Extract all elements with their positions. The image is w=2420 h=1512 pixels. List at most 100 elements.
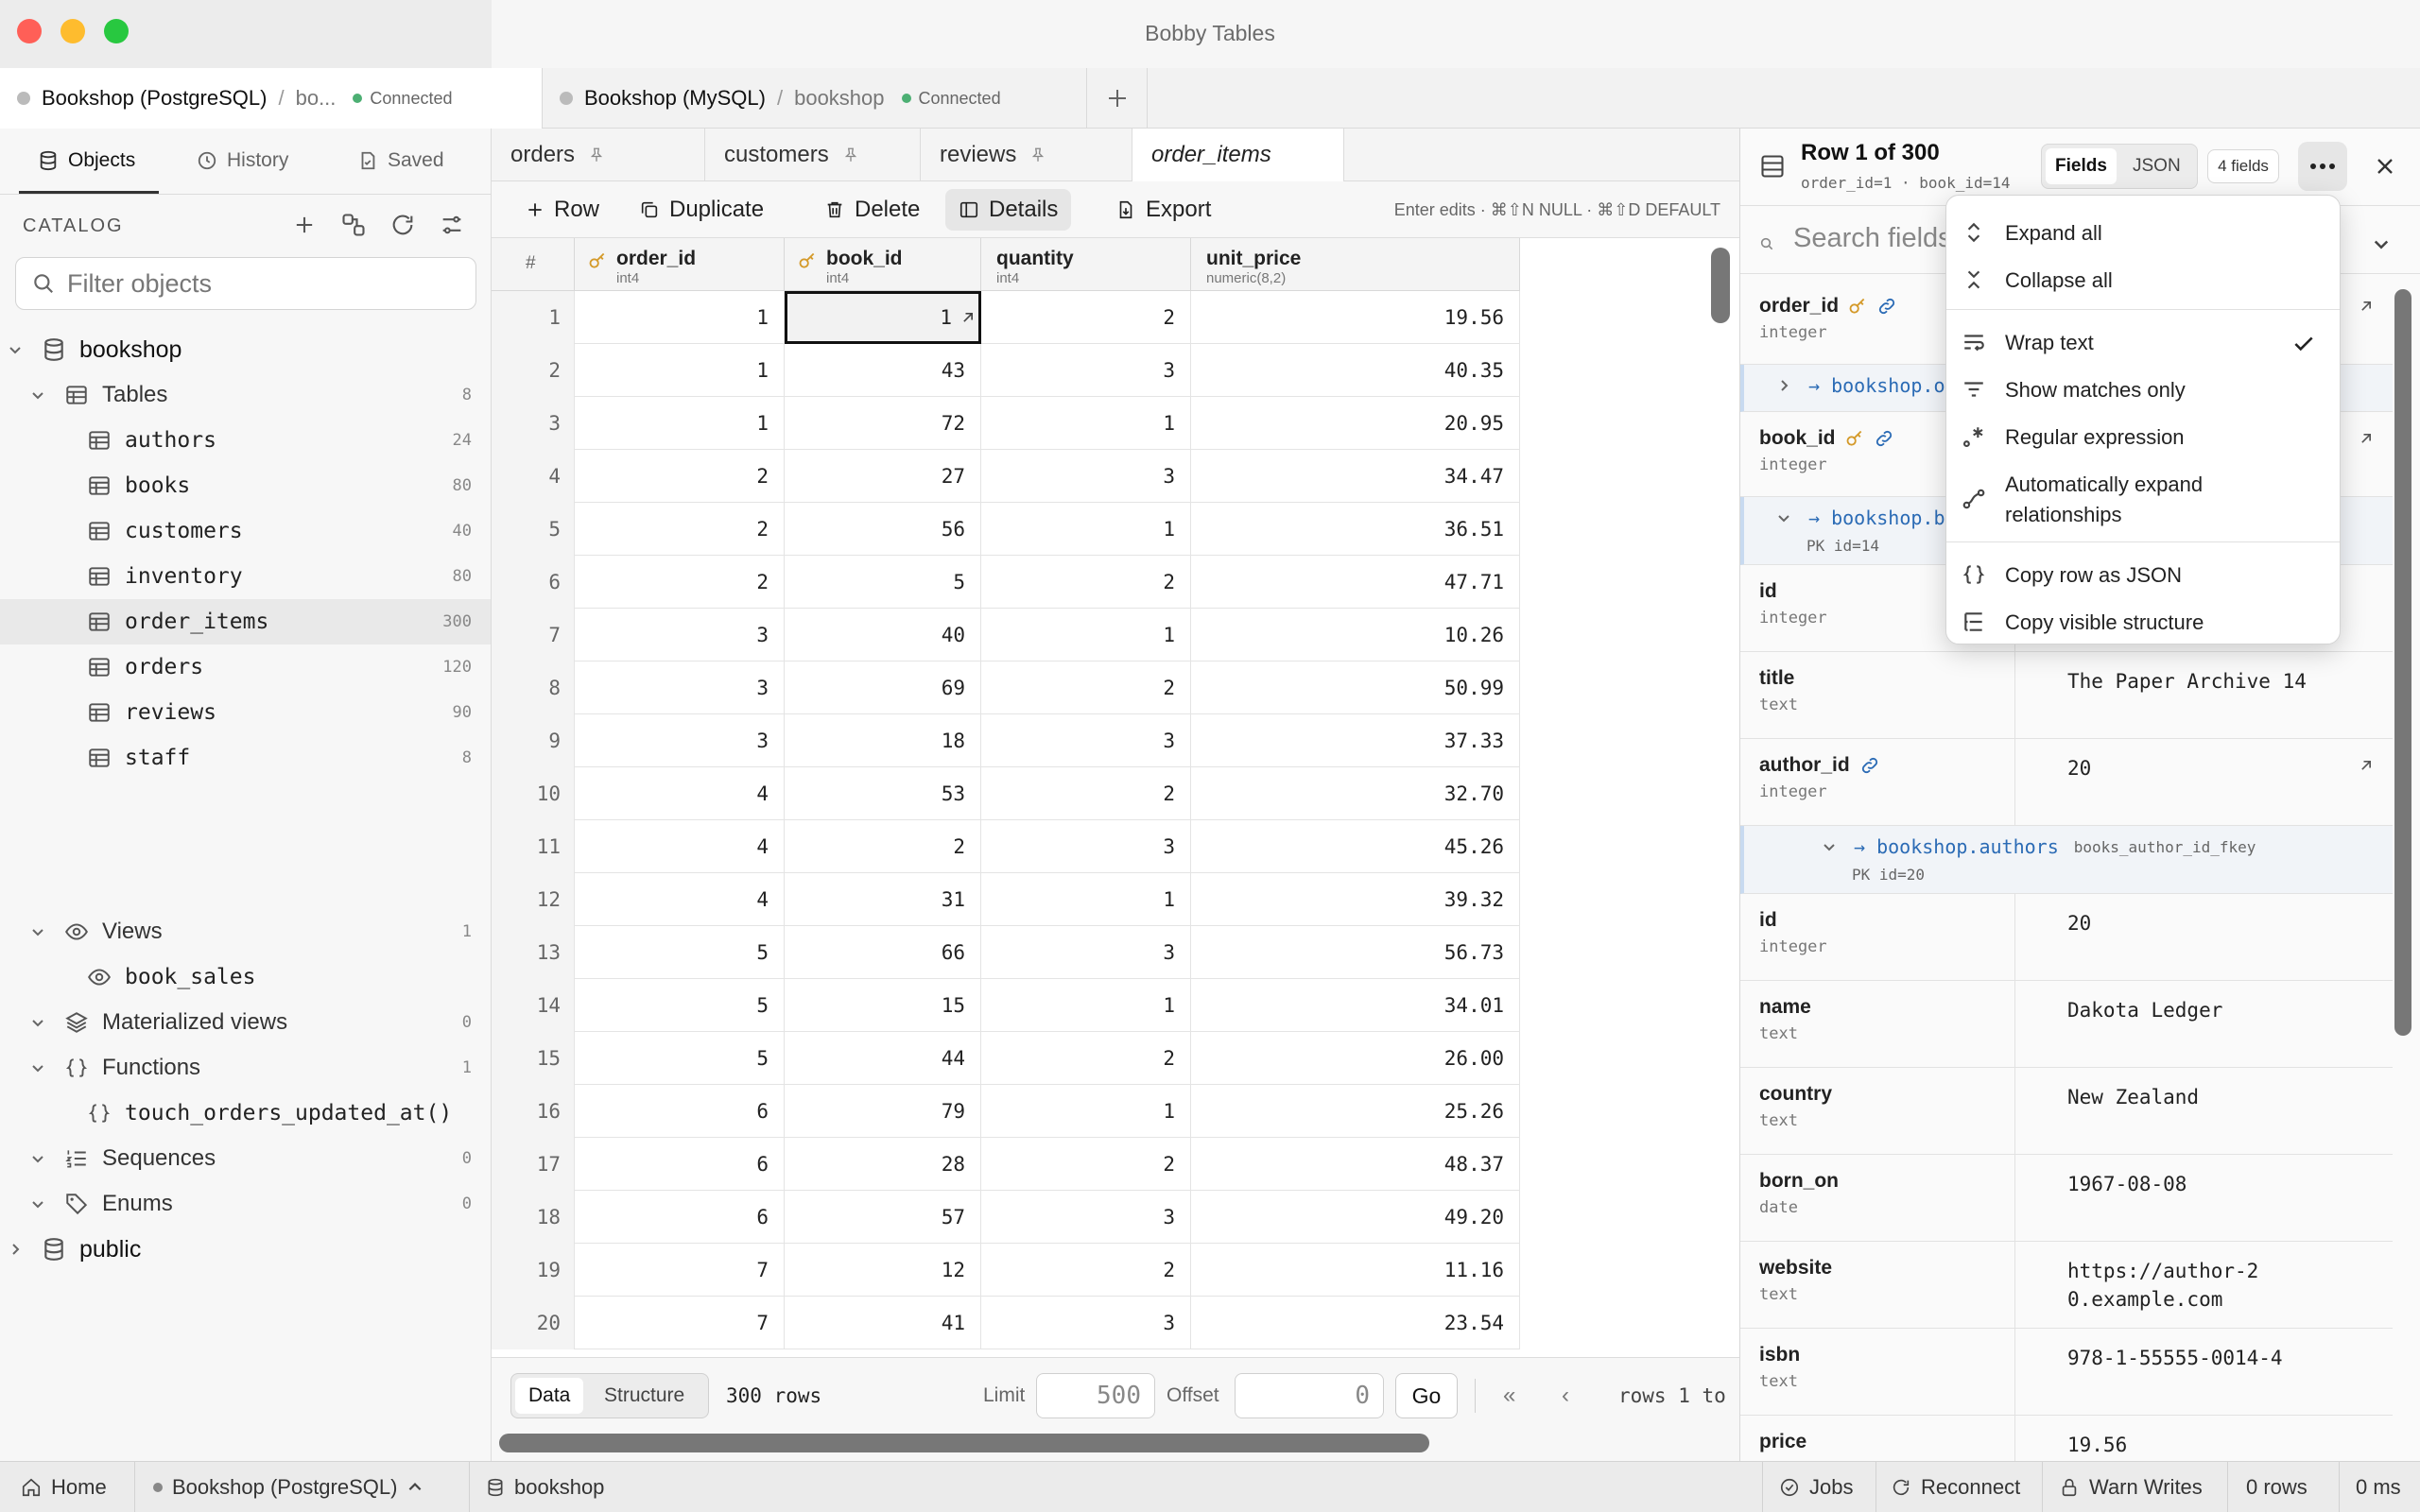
relationship-link[interactable]: → bookshop.authors books_author_id_fkey [1822, 835, 2256, 858]
relationship-link[interactable]: → bookshop.o [1776, 374, 1945, 397]
schema-graph-button[interactable] [340, 212, 371, 242]
table-row[interactable]: 17 6 28 2 48.37 [492, 1138, 1520, 1191]
table-cell[interactable]: 1 [575, 344, 785, 397]
tree-group-functions[interactable]: Functions 1 [0, 1045, 491, 1091]
table-cell[interactable]: 2 [981, 291, 1191, 344]
field-value[interactable]: https://author-20.example.com [2067, 1257, 2266, 1314]
menu-item-regular-expression[interactable]: Regular expression [1946, 415, 2340, 462]
go-button[interactable]: Go [1395, 1373, 1458, 1418]
table-cell[interactable]: 2 [575, 450, 785, 503]
open-related-arrow-icon[interactable] [2357, 297, 2376, 316]
table-row[interactable]: 12 4 31 1 39.32 [492, 873, 1520, 926]
warn-writes-toggle[interactable]: Warn Writes [2059, 1462, 2203, 1512]
menu-item-copy-visible-structure[interactable]: Copy visible structure [1946, 600, 2340, 647]
table-cell[interactable]: 37.33 [1191, 714, 1520, 767]
field-row-title[interactable]: title text The Paper Archive 14 [1740, 652, 2393, 739]
table-cell[interactable]: 25.26 [1191, 1085, 1520, 1138]
table-cell[interactable]: 34.01 [1191, 979, 1520, 1032]
table-cell[interactable]: 19.56 [1191, 291, 1520, 344]
tree-group-sequences[interactable]: Sequences 0 [0, 1136, 491, 1181]
tree-item-view[interactable]: book_sales [0, 954, 491, 1000]
table-cell[interactable]: 7 [575, 1244, 785, 1297]
table-cell[interactable]: 56 [785, 503, 981, 556]
relationship-link[interactable]: → bookshop.b [1776, 507, 1945, 529]
grid-vertical-scrollbar[interactable] [1711, 248, 1730, 323]
table-row[interactable]: 11 4 2 3 45.26 [492, 820, 1520, 873]
sidebar-item-reviews[interactable]: reviews 90 [0, 690, 491, 735]
table-row[interactable]: 16 6 79 1 25.26 [492, 1085, 1520, 1138]
table-cell[interactable]: 69 [785, 662, 981, 714]
tree-group-views[interactable]: Views 1 [0, 909, 491, 954]
table-cell[interactable]: 3 [575, 714, 785, 767]
offset-input[interactable]: 0 [1235, 1373, 1384, 1418]
limit-input[interactable]: 500 [1036, 1373, 1155, 1418]
table-cell[interactable]: 6 [575, 1085, 785, 1138]
tree-group-tables[interactable]: Tables 8 [0, 372, 491, 418]
add-object-button[interactable] [291, 212, 321, 242]
table-cell[interactable]: 11.16 [1191, 1244, 1520, 1297]
column-header-quantity[interactable]: quantity int4 [981, 238, 1191, 291]
menu-item-expand-all[interactable]: Expand all [1946, 211, 2340, 258]
duplicate-button[interactable]: Duplicate [626, 189, 777, 231]
open-related-arrow-icon[interactable] [959, 308, 977, 327]
table-row[interactable]: 14 5 15 1 34.01 [492, 979, 1520, 1032]
table-row[interactable]: 2 1 43 3 40.35 [492, 344, 1520, 397]
tree-item-function[interactable]: touch_orders_updated_at() [0, 1091, 491, 1136]
table-cell[interactable]: 40.35 [1191, 344, 1520, 397]
table-cell[interactable]: 3 [981, 1191, 1191, 1244]
table-cell[interactable]: 15 [785, 979, 981, 1032]
field-row-born-on[interactable]: born_on date 1967-08-08 [1740, 1155, 2393, 1242]
table-cell[interactable]: 1 [785, 291, 981, 344]
table-cell[interactable]: 41 [785, 1297, 981, 1349]
grid-horizontal-scrollbar[interactable] [499, 1434, 1429, 1452]
table-cell[interactable]: 43 [785, 344, 981, 397]
table-row[interactable]: 7 3 40 1 10.26 [492, 609, 1520, 662]
table-cell[interactable]: 49.20 [1191, 1191, 1520, 1244]
sidebar-item-order-items[interactable]: order_items 300 [0, 599, 491, 644]
table-cell[interactable]: 36.51 [1191, 503, 1520, 556]
table-cell[interactable]: 4 [575, 873, 785, 926]
table-cell[interactable]: 66 [785, 926, 981, 979]
connection-switcher[interactable]: Bookshop (PostgreSQL) [153, 1462, 424, 1512]
details-scrollbar[interactable] [2394, 289, 2411, 1036]
table-cell[interactable]: 3 [981, 926, 1191, 979]
table-cell[interactable]: 5 [785, 556, 981, 609]
tree-group-enums[interactable]: Enums 0 [0, 1181, 491, 1227]
catalog-settings-button[interactable] [439, 212, 469, 242]
table-row[interactable]: 3 1 72 1 20.95 [492, 397, 1520, 450]
reconnect-button[interactable]: Reconnect [1891, 1462, 2020, 1512]
table-cell[interactable]: 4 [575, 820, 785, 873]
table-cell[interactable]: 10.26 [1191, 609, 1520, 662]
table-cell[interactable]: 3 [981, 714, 1191, 767]
table-cell[interactable]: 32.70 [1191, 767, 1520, 820]
json-view-button[interactable]: JSON [2123, 148, 2190, 184]
home-button[interactable]: Home [21, 1462, 107, 1512]
tree-schema-bookshop[interactable]: bookshop [0, 327, 491, 372]
details-button[interactable]: Details [945, 189, 1072, 231]
field-value[interactable]: The Paper Archive 14 [2067, 667, 2351, 696]
tab-order-items[interactable]: order_items [1132, 129, 1344, 181]
table-cell[interactable]: 1 [981, 503, 1191, 556]
table-cell[interactable]: 72 [785, 397, 981, 450]
field-row-country[interactable]: country text New Zealand [1740, 1068, 2393, 1155]
field-value[interactable]: 19.56 [2067, 1431, 2351, 1459]
table-cell[interactable]: 40 [785, 609, 981, 662]
table-row[interactable]: 18 6 57 3 49.20 [492, 1191, 1520, 1244]
field-row-website[interactable]: website text https://author-20.example.c… [1740, 1242, 2393, 1329]
table-row[interactable]: 10 4 53 2 32.70 [492, 767, 1520, 820]
field-value[interactable]: 1967-08-08 [2067, 1170, 2351, 1198]
table-row[interactable]: 5 2 56 1 36.51 [492, 503, 1520, 556]
add-row-button[interactable]: Row [512, 189, 613, 231]
table-row[interactable]: 6 2 5 2 47.71 [492, 556, 1520, 609]
table-cell[interactable]: 3 [981, 820, 1191, 873]
table-cell[interactable]: 18 [785, 714, 981, 767]
connection-tab-postgres[interactable]: Bookshop (PostgreSQL) / bo... Connected [0, 68, 543, 129]
table-cell[interactable]: 2 [981, 1244, 1191, 1297]
sidebar-item-staff[interactable]: staff 8 [0, 735, 491, 781]
sidebar-item-orders[interactable]: orders 120 [0, 644, 491, 690]
table-cell[interactable]: 57 [785, 1191, 981, 1244]
table-cell[interactable]: 12 [785, 1244, 981, 1297]
table-cell[interactable]: 5 [575, 979, 785, 1032]
table-cell[interactable]: 2 [981, 1032, 1191, 1085]
new-connection-tab-button[interactable] [1087, 68, 1148, 129]
